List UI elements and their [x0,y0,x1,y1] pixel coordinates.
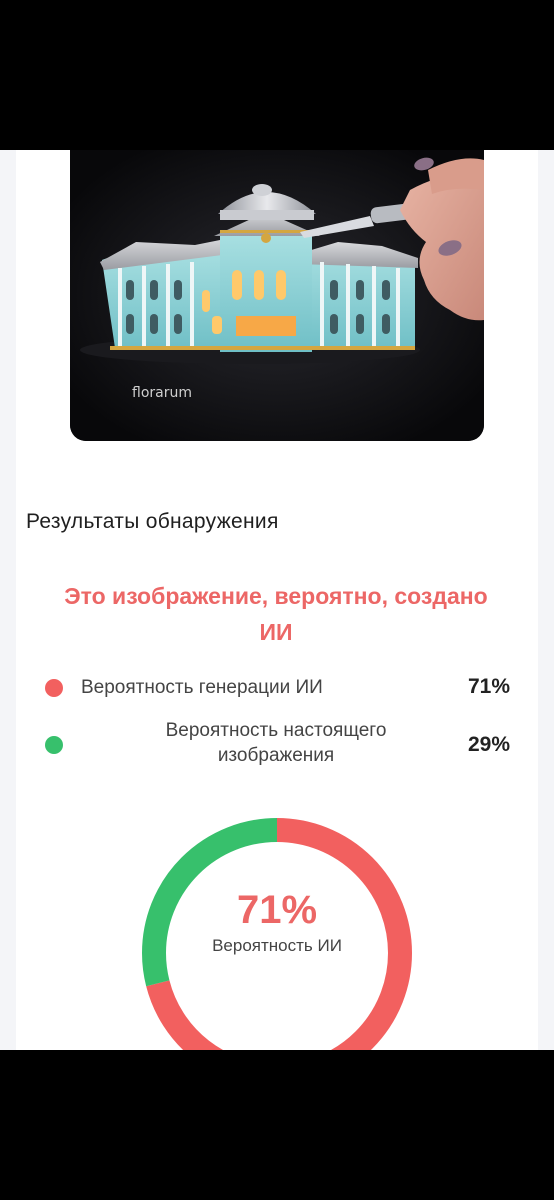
ai-probability-label: Вероятность генерации ИИ [81,677,323,698]
real-probability-label: Вероятность настоящего изображения [165,720,387,766]
real-probability-row: Вероятность настоящего изображения 29% [16,718,538,774]
green-dot-icon [45,736,63,754]
results-card: florarum Результаты обнаружения Это изоб… [16,150,538,1050]
ai-probability-row: Вероятность генерации ИИ 71% [16,672,538,704]
watermark-text: florarum [132,385,192,401]
palace-model-photo: florarum [70,150,484,441]
section-title: Результаты обнаружения [26,510,279,533]
red-dot-icon [45,679,63,697]
donut-center-value: 71% [236,888,318,932]
top-black-bar [0,0,554,150]
ai-probability-value: 71% [467,675,510,698]
results-page[interactable]: florarum Результаты обнаружения Это изоб… [0,150,554,1050]
probability-donut-chart: 71% Вероятность ИИ [142,818,412,1050]
verdict-text: Это изображение, вероятно, создано ИИ [64,583,488,645]
phone-screen: florarum Результаты обнаружения Это изоб… [0,0,554,1200]
analyzed-image[interactable]: florarum [70,150,484,441]
donut-center: 71% Вероятность ИИ [142,886,412,956]
real-probability-value: 29% [467,733,510,756]
donut-center-label: Вероятность ИИ [212,936,342,955]
bottom-black-bar [0,1050,554,1200]
